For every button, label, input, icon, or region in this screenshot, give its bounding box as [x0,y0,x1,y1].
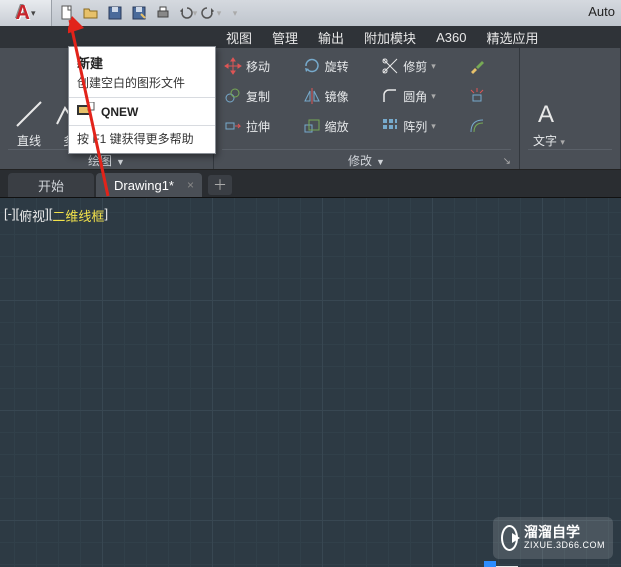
tool-scale[interactable]: 缩放 [301,112,374,140]
fillet-icon [381,87,399,105]
text-icon: A [533,98,565,130]
panel-title-annot [528,149,612,169]
watermark-title: 溜溜自学 [524,525,605,540]
tooltip-command: QNEW [101,105,138,119]
tool-rotate[interactable]: 旋转 [301,52,374,80]
quick-access-toolbar: ▾ ▾ ▾ [52,3,250,23]
play-icon [501,525,518,551]
explode-icon [468,87,486,105]
rotate-icon [303,57,321,75]
array-icon [381,117,399,135]
tool-brush[interactable] [466,52,511,80]
canvas-grid [0,198,621,567]
stretch-icon [224,117,242,135]
menu-manage[interactable]: 管理 [262,26,308,48]
qat-new-button[interactable] [56,3,78,23]
qnew-icon [77,102,95,121]
qat-save-button[interactable] [104,3,126,23]
caret-down-icon: ▾ [560,137,565,147]
caret-down-icon: ▾ [233,8,238,19]
caret-down-icon: ▾ [31,8,36,19]
copy-icon [224,87,242,105]
menu-featured[interactable]: 精选应用 [476,26,548,48]
tool-explode[interactable] [466,82,511,110]
panel-title-modify[interactable]: 修改▼↘ [222,149,511,169]
qat-redo-button[interactable]: ▾ [200,3,222,23]
viewport-visualstyle[interactable]: 二维线框 [52,206,104,225]
title-bar: A ▾ ▾ ▾ ▾ Auto [0,0,621,26]
tool-trim[interactable]: 修剪 ▾ [379,52,460,80]
qat-open-button[interactable] [80,3,102,23]
menu-bar: 视图 管理 输出 附加模块 A360 精选应用 [0,26,621,48]
menu-output[interactable]: 输出 [308,26,354,48]
close-icon[interactable]: × [187,178,194,192]
tool-move[interactable]: 移动 [222,52,295,80]
tool-text[interactable]: A 文字 ▾ [528,52,570,149]
panel-annotation: A 文字 ▾ [520,48,621,169]
tab-drawing1[interactable]: Drawing1*× [96,173,202,197]
watermark: 溜溜自学 ZIXUE.3D66.COM [493,517,613,559]
caret-down-icon: ▾ [193,8,198,19]
tab-start[interactable]: 开始 [8,173,94,197]
tooltip-title: 新建 [69,47,215,74]
tool-fillet[interactable]: 圆角 ▾ [379,82,460,110]
offset-icon [468,117,486,135]
autocad-logo-icon: A [16,2,30,25]
qat-undo-button[interactable]: ▾ [176,3,198,23]
caret-down-icon: ▼ [116,157,125,167]
tooltip-qnew: 新建 创建空白的图形文件 QNEW 按 F1 键获得更多帮助 [68,46,216,154]
viewport-controls[interactable]: [-][ 俯视 ][ 二维线框 ] [4,206,108,225]
qat-print-button[interactable] [152,3,174,23]
tab-add-button[interactable]: ＋ [208,175,232,195]
caret-down-icon: ▾ [217,8,222,19]
app-menu-button[interactable]: A ▾ [0,0,52,26]
qat-customize-button[interactable]: ▾ [224,3,246,23]
viewport-top[interactable]: 俯视 [19,206,45,225]
tool-line[interactable]: 直线 [8,52,50,149]
tool-copy[interactable]: 复制 [222,82,295,110]
caret-down-icon: ▼ [376,157,385,167]
drawing-canvas[interactable]: [-][ 俯视 ][ 二维线框 ] 溜溜自学 ZIXUE.3D66.COM [0,198,621,567]
mirror-icon [303,87,321,105]
tool-mirror[interactable]: 镜像 [301,82,374,110]
brush-icon [468,57,486,75]
move-icon [224,57,242,75]
caret-down-icon: ▾ [431,121,436,132]
qat-saveas-button[interactable] [128,3,150,23]
scale-icon [303,117,321,135]
file-tab-bar: 开始 Drawing1*× ＋ [0,170,621,198]
line-icon [13,98,45,130]
tool-offset[interactable] [466,112,511,140]
tooltip-help: 按 F1 键获得更多帮助 [69,125,215,153]
trim-icon [381,57,399,75]
caret-down-icon: ▾ [431,61,436,72]
svg-text:A: A [538,101,554,128]
tool-stretch[interactable]: 拉伸 [222,112,295,140]
watermark-sub: ZIXUE.3D66.COM [524,541,605,551]
menu-view[interactable]: 视图 [216,26,262,48]
menu-a360[interactable]: A360 [426,26,476,48]
menu-addins[interactable]: 附加模块 [354,26,426,48]
dialog-launcher-icon[interactable]: ↘ [503,156,511,167]
caret-down-icon: ▾ [431,91,436,102]
tooltip-desc: 创建空白的图形文件 [69,74,215,97]
panel-modify: 移动 旋转 修剪 ▾ 复制 镜像 圆角 ▾ 拉伸 缩放 阵列 ▾ 修改▼↘ [214,48,520,169]
app-title: Auto [588,4,615,19]
tool-array[interactable]: 阵列 ▾ [379,112,460,140]
